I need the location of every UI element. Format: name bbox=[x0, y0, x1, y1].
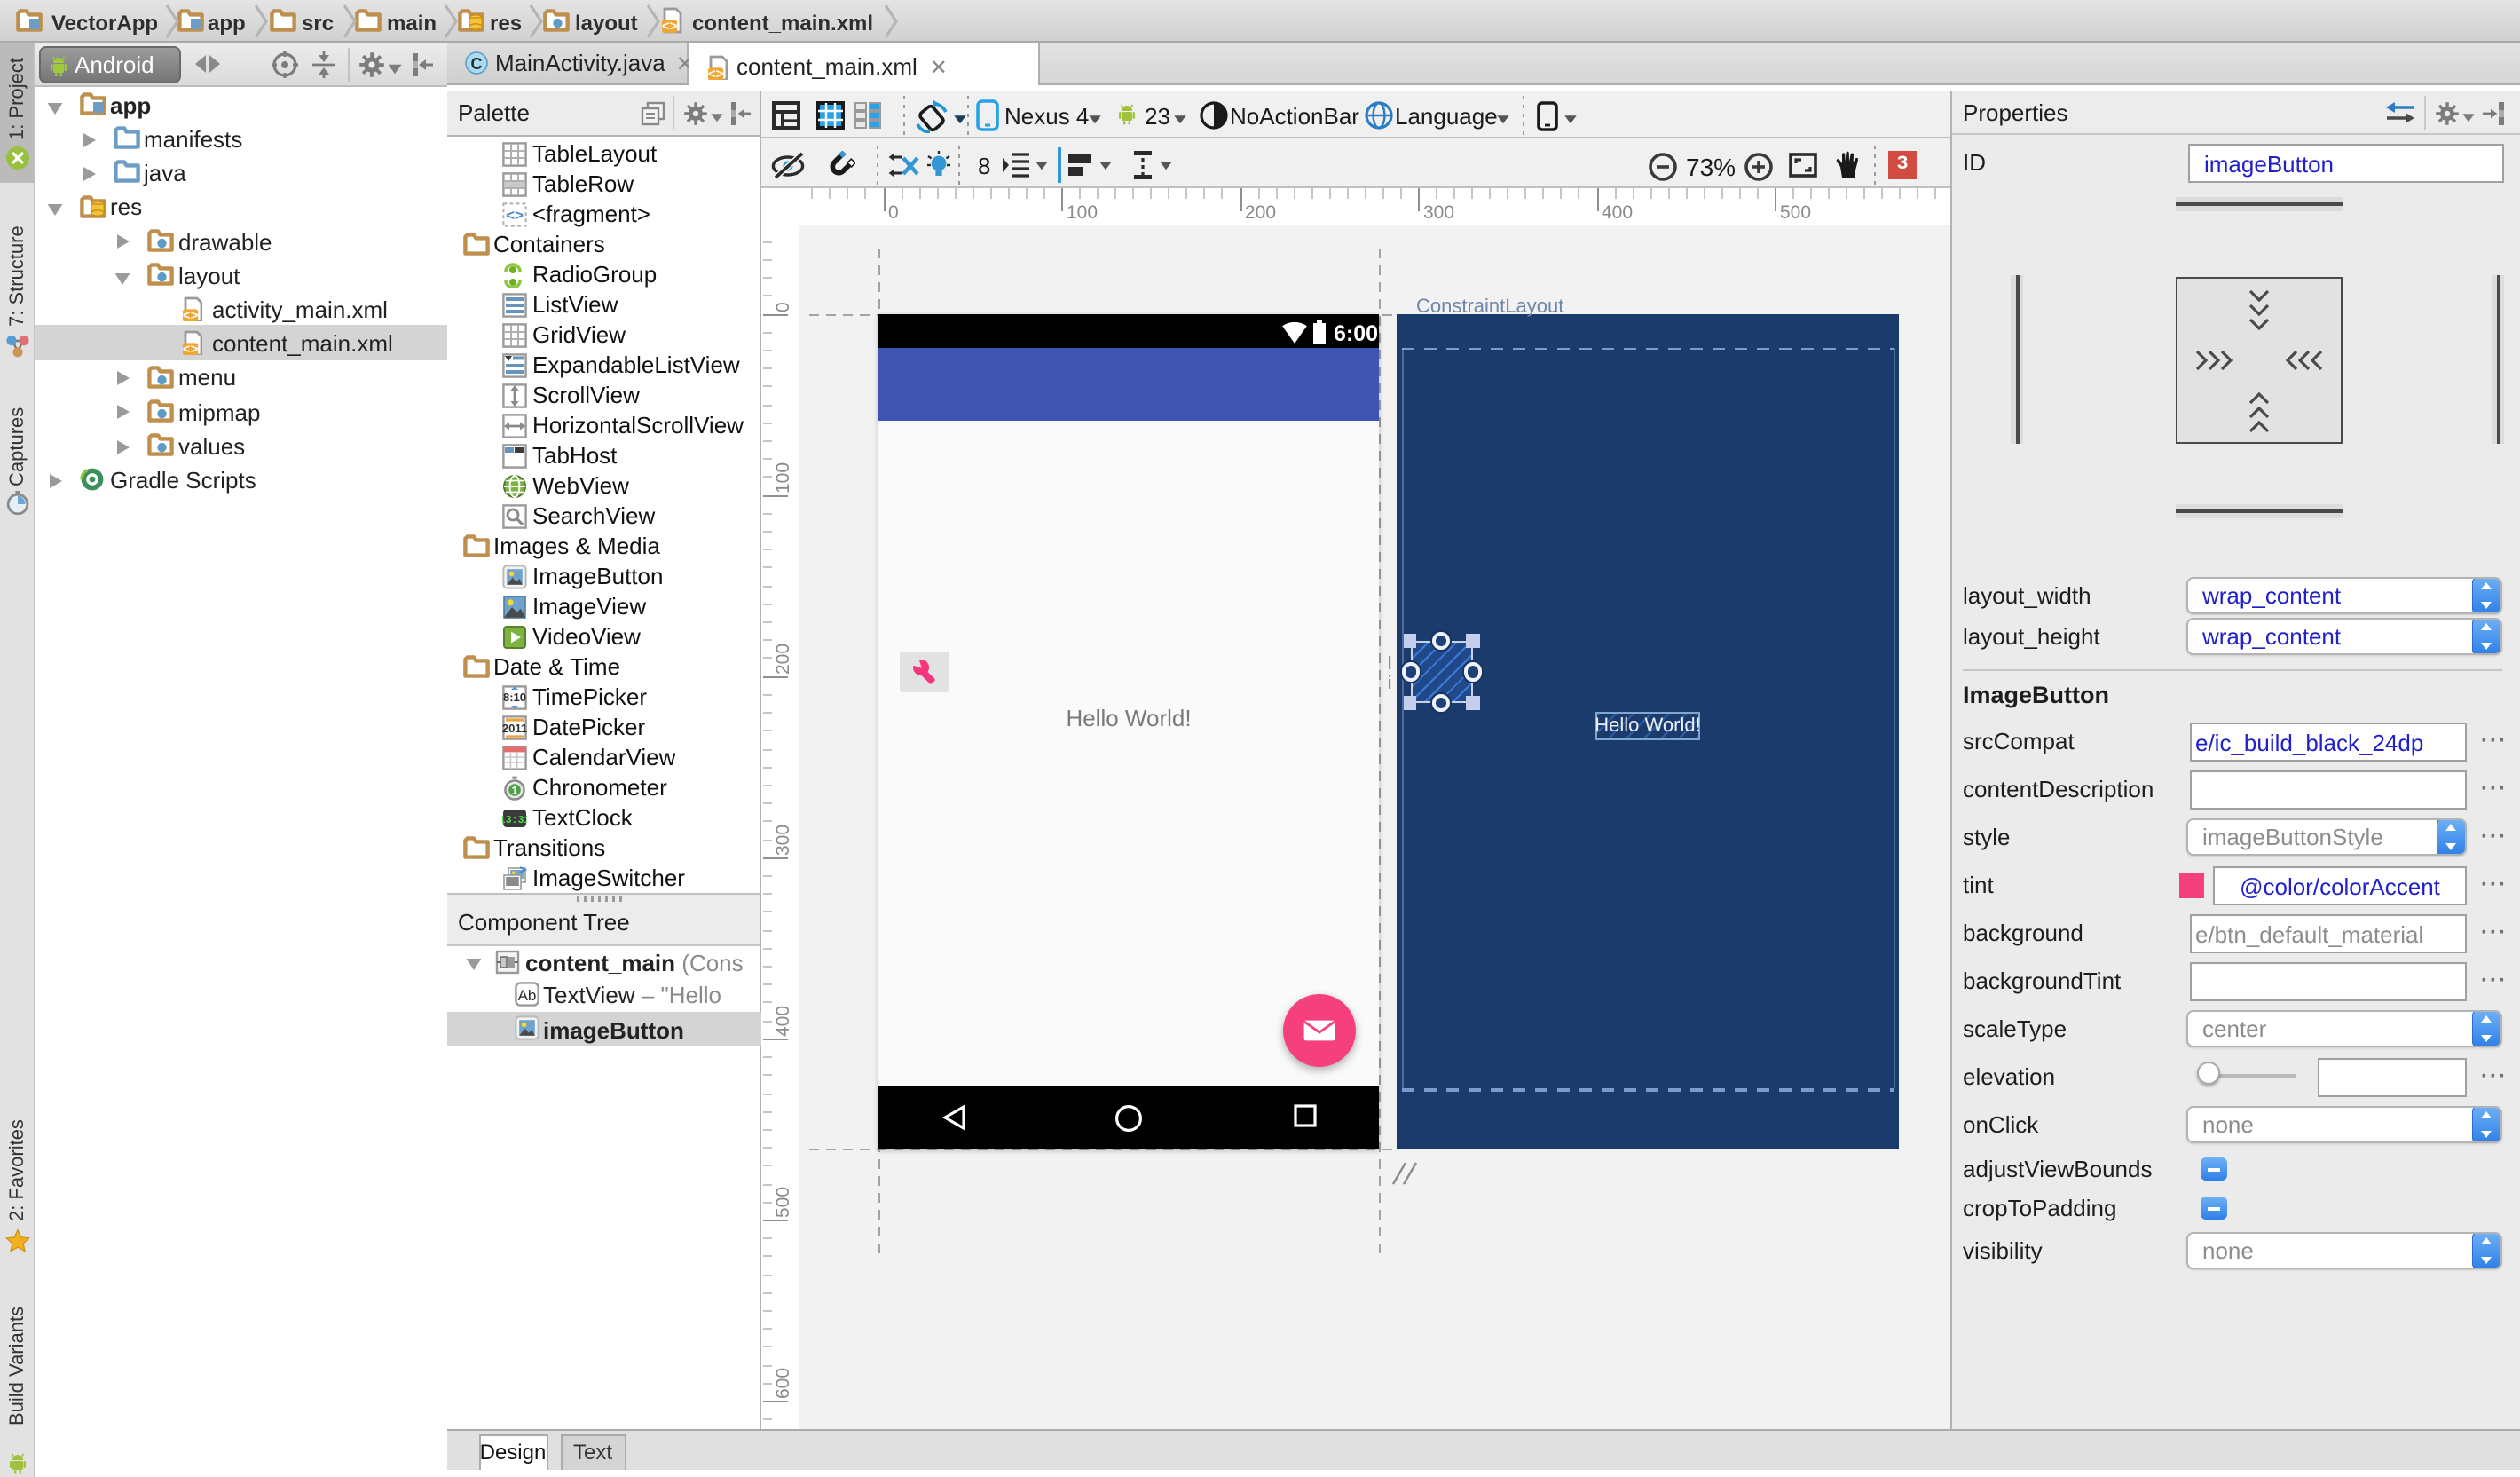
svg-text:C: C bbox=[471, 55, 483, 73]
svg-text:Ab: Ab bbox=[518, 986, 537, 1003]
svg-text:<>: <> bbox=[183, 307, 199, 320]
svg-text:400: 400 bbox=[773, 1006, 793, 1037]
svg-text:13:31: 13:31 bbox=[502, 814, 527, 825]
svg-text:<>: <> bbox=[183, 342, 199, 355]
svg-text:2011: 2011 bbox=[502, 721, 527, 734]
svg-text:<>: <> bbox=[662, 19, 678, 34]
svg-text:300: 300 bbox=[773, 825, 793, 856]
svg-text:<>: <> bbox=[708, 66, 724, 79]
svg-text:100: 100 bbox=[773, 462, 793, 493]
svg-text:200: 200 bbox=[773, 643, 793, 674]
svg-text:600: 600 bbox=[773, 1368, 793, 1399]
svg-text:0: 0 bbox=[773, 301, 793, 312]
svg-text:<>: <> bbox=[506, 206, 524, 223]
svg-text:1: 1 bbox=[511, 783, 517, 796]
svg-text:500: 500 bbox=[773, 1187, 793, 1218]
svg-text:8:10: 8:10 bbox=[503, 690, 526, 703]
